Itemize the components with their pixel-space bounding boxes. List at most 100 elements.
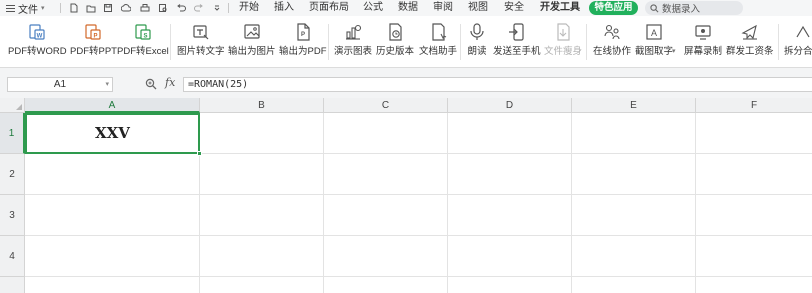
menu-bar: 文件 ▾ 开始 插入 页面布局 公式 数据 审阅 视图 安全 开发工具 特色应用… xyxy=(0,0,812,16)
image-to-text-label: 图片转文字 xyxy=(177,46,225,57)
export-pdf-icon: P xyxy=(293,22,313,42)
menu-formulas[interactable]: 公式 xyxy=(363,2,383,14)
menu-insert[interactable]: 插入 xyxy=(274,2,294,14)
open-folder-icon[interactable] xyxy=(86,3,96,13)
demo-chart-icon xyxy=(343,22,363,42)
cloud-icon[interactable] xyxy=(121,3,131,13)
search-icon xyxy=(650,3,659,12)
history-version-button[interactable]: 历史版本 xyxy=(376,22,414,57)
pdf-to-excel-icon: S xyxy=(133,22,153,42)
menu-developer-tools[interactable]: 开发工具 xyxy=(540,2,580,14)
column-header-b[interactable]: B xyxy=(200,98,324,113)
image-to-text-button[interactable]: 图片转文字 xyxy=(177,22,225,57)
export-pdf-button[interactable]: P 输出为PDF xyxy=(279,22,327,57)
export-image-button[interactable]: 输出为图片 xyxy=(228,22,276,57)
svg-text:P: P xyxy=(301,32,305,38)
file-menu[interactable]: 文件 ▾ xyxy=(6,1,45,16)
demo-chart-button[interactable]: 演示图表 xyxy=(334,22,372,57)
doc-assistant-label: 文档助手 xyxy=(419,46,458,57)
select-all-corner[interactable] xyxy=(0,98,25,113)
pdf-to-word-label: PDF转WORD xyxy=(8,46,67,57)
pdf-to-excel-button[interactable]: S PDF转Excel xyxy=(117,22,169,57)
column-header-d[interactable]: D xyxy=(448,98,572,113)
chevron-down-icon: ▾ xyxy=(41,5,45,12)
menu-view[interactable]: 视图 xyxy=(468,2,488,14)
svg-text:P: P xyxy=(94,34,98,40)
online-collab-icon xyxy=(602,22,622,42)
ribbon-toolbar: W PDF转WORD P PDF转PPT S PDF转Excel 图片转文字 输… xyxy=(0,16,812,68)
export-pdf-label: 输出为PDF xyxy=(279,46,327,57)
history-version-label: 历史版本 xyxy=(376,46,415,57)
screenshot-text-button[interactable]: A 截图取字 xyxy=(635,22,673,57)
svg-text:A: A xyxy=(651,28,657,38)
online-collab-button[interactable]: 在线协作 xyxy=(593,22,631,57)
file-slim-button[interactable]: 文件瘦身 xyxy=(544,22,582,57)
gridline xyxy=(25,194,812,195)
column-header-a[interactable]: A xyxy=(25,98,200,113)
doc-assistant-button[interactable]: 文档助手 xyxy=(419,22,457,57)
pdf-to-ppt-button[interactable]: P PDF转PPT xyxy=(70,22,117,57)
doc-assistant-icon xyxy=(428,22,448,42)
gridline xyxy=(25,235,812,236)
new-doc-icon[interactable] xyxy=(69,3,79,13)
export-image-icon xyxy=(242,22,262,42)
zoom-icon[interactable] xyxy=(145,78,157,90)
menu-review[interactable]: 审阅 xyxy=(433,2,453,14)
screen-record-icon xyxy=(693,22,713,42)
gridline xyxy=(571,113,572,293)
send-to-phone-button[interactable]: 发送至手机 xyxy=(493,22,541,57)
fill-handle[interactable] xyxy=(197,151,202,156)
export-image-label: 输出为图片 xyxy=(228,46,276,57)
ribbon-divider xyxy=(778,24,779,60)
send-to-phone-label: 发送至手机 xyxy=(493,46,541,57)
online-collab-label: 在线协作 xyxy=(593,46,632,57)
column-header-e[interactable]: E xyxy=(572,98,696,113)
split-merge-button[interactable]: 拆分合并 xyxy=(784,22,812,57)
name-box-value: A1 xyxy=(53,79,67,90)
row-header-5[interactable] xyxy=(0,277,25,293)
column-header-c[interactable]: C xyxy=(324,98,448,113)
payslip-button[interactable]: 群发工资条 xyxy=(726,22,774,57)
menu-data[interactable]: 数据 xyxy=(398,2,418,14)
chevron-down-icon[interactable]: ▾ xyxy=(672,47,676,55)
fx-icon[interactable]: fx xyxy=(165,76,175,89)
payslip-label: 群发工资条 xyxy=(726,46,774,57)
command-search-placeholder: 数据录入 xyxy=(662,4,701,15)
print-preview-icon[interactable] xyxy=(158,3,168,13)
save-icon[interactable] xyxy=(103,3,113,13)
screen-record-button[interactable]: 屏幕录制 xyxy=(684,22,722,57)
file-slim-icon xyxy=(553,22,573,42)
screen-record-label: 屏幕录制 xyxy=(684,46,723,57)
pdf-to-excel-label: PDF转Excel xyxy=(117,46,169,57)
redo-icon[interactable] xyxy=(194,3,204,13)
formula-input[interactable]: =ROMAN(25) xyxy=(183,77,812,92)
row-header-3[interactable]: 3 xyxy=(0,195,25,236)
special-apps-tab[interactable]: 特色应用 xyxy=(589,1,638,15)
payslip-icon xyxy=(740,22,760,42)
customize-icon[interactable] xyxy=(212,3,222,13)
screenshot-text-icon: A xyxy=(644,22,664,42)
gridline xyxy=(25,276,812,277)
microphone-icon xyxy=(467,22,487,42)
menu-page-layout[interactable]: 页面布局 xyxy=(309,2,349,14)
row-header-1[interactable]: 1 xyxy=(0,113,25,154)
print-icon[interactable] xyxy=(140,3,150,13)
chevron-down-icon[interactable]: ▾ xyxy=(105,78,109,91)
gridline xyxy=(447,113,448,293)
history-version-icon xyxy=(385,22,405,42)
divider xyxy=(60,3,61,13)
column-header-f[interactable]: F xyxy=(696,98,812,113)
row-header-2[interactable]: 2 xyxy=(0,154,25,195)
name-box[interactable]: A1 ▾ xyxy=(7,77,113,92)
command-search[interactable]: 数据录入 xyxy=(645,1,743,15)
row-header-4[interactable]: 4 xyxy=(0,236,25,277)
ribbon-divider xyxy=(328,24,329,60)
ribbon-divider xyxy=(586,24,587,60)
menu-start[interactable]: 开始 xyxy=(239,2,259,14)
pdf-to-word-button[interactable]: W PDF转WORD xyxy=(8,22,67,57)
undo-icon[interactable] xyxy=(176,3,186,13)
file-slim-label: 文件瘦身 xyxy=(544,46,583,57)
read-aloud-button[interactable]: 朗读 xyxy=(467,22,487,57)
menu-security[interactable]: 安全 xyxy=(504,2,524,14)
pdf-to-word-icon: W xyxy=(27,22,47,42)
